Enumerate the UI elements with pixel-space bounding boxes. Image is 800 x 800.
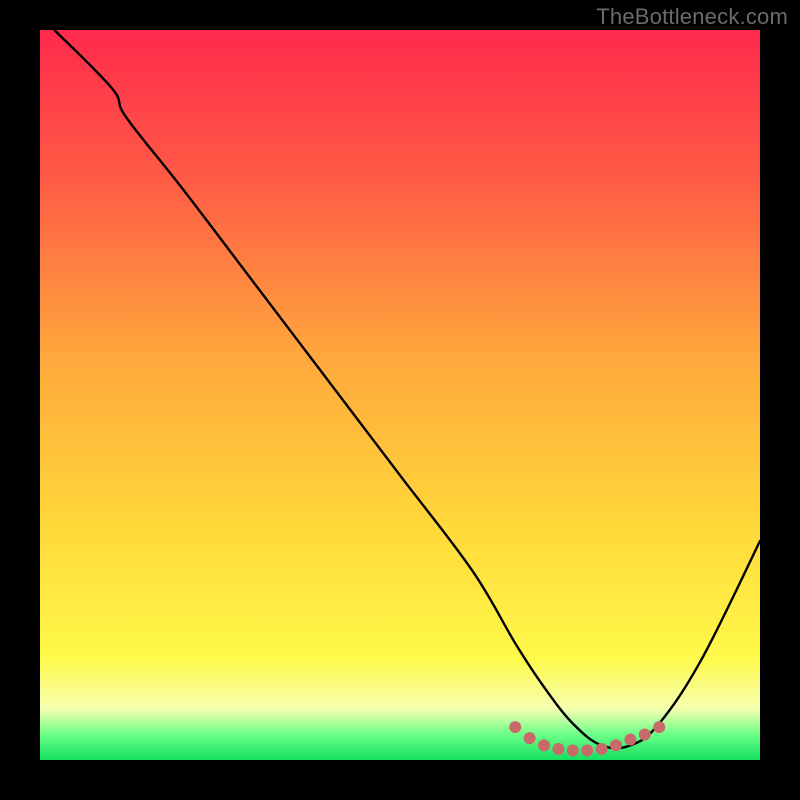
- marker-dot: [610, 739, 622, 751]
- marker-dot: [538, 739, 550, 751]
- watermark-text: TheBottleneck.com: [596, 4, 788, 30]
- chart-frame: TheBottleneck.com: [0, 0, 800, 800]
- marker-dot: [624, 734, 636, 746]
- marker-dot: [524, 732, 536, 744]
- marker-dot: [567, 745, 579, 757]
- marker-dot: [653, 721, 665, 733]
- plot-background: [40, 30, 760, 760]
- marker-dot: [639, 728, 651, 740]
- marker-dot: [581, 745, 593, 757]
- bottleneck-chart: [0, 0, 800, 800]
- marker-dot: [509, 721, 521, 733]
- marker-dot: [552, 743, 564, 755]
- marker-dot: [596, 743, 608, 755]
